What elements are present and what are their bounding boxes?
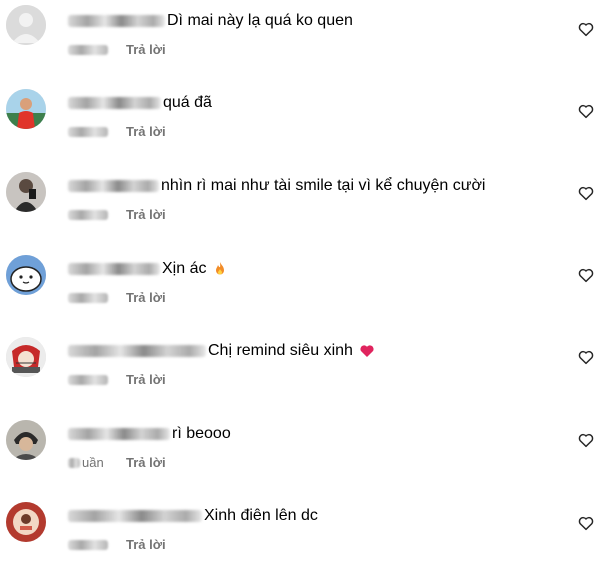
comment-meta bbox=[68, 207, 108, 223]
comment-meta bbox=[68, 290, 108, 306]
username-redacted[interactable] bbox=[68, 263, 160, 275]
heart-outline-icon[interactable] bbox=[577, 20, 595, 38]
badge-avatar-icon bbox=[6, 502, 46, 542]
username-redacted[interactable] bbox=[68, 345, 206, 357]
comment-meta bbox=[68, 372, 108, 388]
reply-button[interactable]: Trả lời bbox=[126, 290, 166, 306]
fire-emoji-icon bbox=[212, 261, 228, 277]
comment-item: quá đã Trả lời bbox=[0, 84, 600, 164]
comment-item: Xinh điên lên dc Trả lời bbox=[0, 497, 600, 577]
user-photo-icon bbox=[6, 420, 46, 460]
default-avatar-icon bbox=[6, 5, 46, 45]
comment-text: Xinh điên lên dc bbox=[204, 507, 318, 524]
comment-body: Chị remind siêu xinh bbox=[68, 341, 375, 361]
cartoon-avatar-icon bbox=[6, 255, 46, 295]
avatar[interactable] bbox=[6, 172, 46, 212]
reply-button[interactable]: Trả lời bbox=[126, 207, 166, 223]
timestamp-redacted bbox=[68, 458, 80, 468]
avatar[interactable] bbox=[6, 89, 46, 129]
reply-button[interactable]: Trả lời bbox=[126, 42, 166, 58]
comment-item: nhìn rì mai như tài smile tại vì kể chuy… bbox=[0, 167, 600, 247]
reply-button[interactable]: Trả lời bbox=[126, 537, 166, 553]
comment-body: quá đã bbox=[68, 93, 212, 113]
timestamp-redacted bbox=[68, 540, 108, 550]
comment-item: Chị remind siêu xinh Trả lời bbox=[0, 332, 600, 412]
username-redacted[interactable] bbox=[68, 180, 159, 192]
timestamp: uần bbox=[82, 455, 104, 470]
heart-outline-icon[interactable] bbox=[577, 102, 595, 120]
user-photo-icon bbox=[6, 172, 46, 212]
red-heart-emoji-icon bbox=[359, 343, 375, 359]
heart-outline-icon[interactable] bbox=[577, 431, 595, 449]
comment-item: Dì mai này lạ quá ko quen Trả lời bbox=[0, 2, 600, 82]
reply-button[interactable]: Trả lời bbox=[126, 455, 166, 471]
avatar[interactable] bbox=[6, 502, 46, 542]
timestamp-redacted bbox=[68, 210, 108, 220]
avatar[interactable] bbox=[6, 255, 46, 295]
timestamp-redacted bbox=[68, 375, 108, 385]
comment-text: Xịn ác bbox=[162, 260, 207, 277]
comment-meta bbox=[68, 124, 108, 140]
comment-body: Dì mai này lạ quá ko quen bbox=[68, 11, 353, 31]
comment-item: rì beooo uần Trả lời bbox=[0, 415, 600, 495]
comment-text: Chị remind siêu xinh bbox=[208, 342, 353, 359]
avatar[interactable] bbox=[6, 337, 46, 377]
comment-body: rì beooo bbox=[68, 424, 231, 444]
comment-item: Xịn ác Trả lời bbox=[0, 250, 600, 330]
comment-text: Dì mai này lạ quá ko quen bbox=[167, 12, 353, 29]
comment-body: Xinh điên lên dc bbox=[68, 506, 318, 526]
heart-outline-icon[interactable] bbox=[577, 348, 595, 366]
user-photo-icon bbox=[6, 89, 46, 129]
comment-meta bbox=[68, 537, 108, 553]
anime-avatar-icon bbox=[6, 337, 46, 377]
comment-body: nhìn rì mai như tài smile tại vì kể chuy… bbox=[68, 176, 485, 196]
timestamp-redacted bbox=[68, 293, 108, 303]
comment-text: quá đã bbox=[163, 94, 212, 111]
reply-button[interactable]: Trả lời bbox=[126, 124, 166, 140]
reply-button[interactable]: Trả lời bbox=[126, 372, 166, 388]
timestamp-redacted bbox=[68, 127, 108, 137]
comment-meta: uần bbox=[68, 455, 104, 471]
heart-outline-icon[interactable] bbox=[577, 266, 595, 284]
heart-outline-icon[interactable] bbox=[577, 184, 595, 202]
username-redacted[interactable] bbox=[68, 15, 165, 27]
username-redacted[interactable] bbox=[68, 510, 202, 522]
comment-text: rì beooo bbox=[172, 425, 231, 442]
avatar[interactable] bbox=[6, 5, 46, 45]
username-redacted[interactable] bbox=[68, 428, 170, 440]
avatar[interactable] bbox=[6, 420, 46, 460]
timestamp-redacted bbox=[68, 45, 108, 55]
comment-body: Xịn ác bbox=[68, 259, 228, 279]
comment-text: nhìn rì mai như tài smile tại vì kể chuy… bbox=[161, 177, 486, 194]
username-redacted[interactable] bbox=[68, 97, 161, 109]
comment-meta bbox=[68, 42, 108, 58]
heart-outline-icon[interactable] bbox=[577, 514, 595, 532]
